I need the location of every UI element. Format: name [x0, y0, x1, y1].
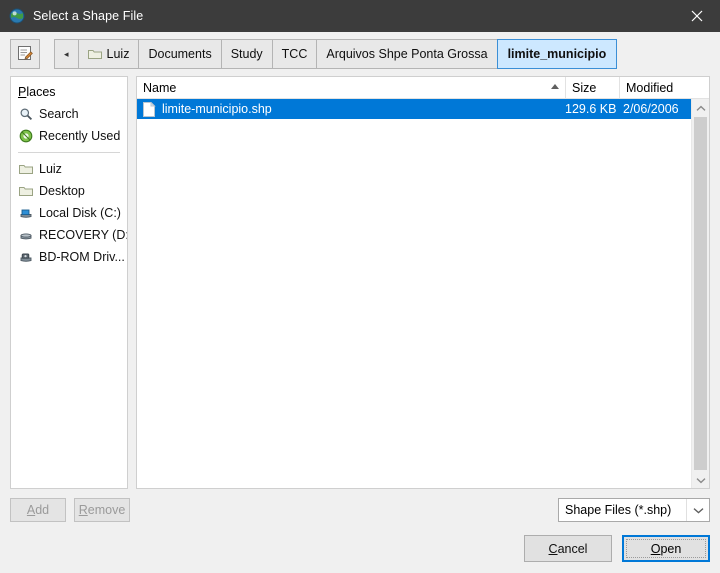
globe-icon — [9, 8, 25, 24]
edit-location-icon — [16, 44, 34, 65]
open-button-mnemonic: O — [650, 541, 661, 556]
table-row[interactable]: limite-municipio.shp 129.6 KB 2/06/2006 — [137, 99, 691, 119]
breadcrumb-label: Documents — [148, 47, 212, 61]
sidebar-separator — [18, 152, 120, 153]
column-header-size[interactable]: Size — [566, 77, 620, 98]
breadcrumb-item-limite-municipio[interactable]: limite_municipio — [496, 39, 618, 69]
caret-left-icon: ◂ — [64, 48, 69, 59]
sidebar-item-recently-used[interactable]: Recently Used — [11, 125, 127, 147]
file-list-scroll-area: limite-municipio.shp 129.6 KB 2/06/2006 — [137, 99, 709, 488]
hard-drive-icon — [18, 227, 34, 243]
sort-ascending-icon — [551, 84, 559, 89]
breadcrumb-item-documents[interactable]: Documents — [138, 39, 221, 69]
breadcrumb-item-study[interactable]: Study — [220, 39, 272, 69]
path-toolbar: ◂ Luiz Documents Study TCC Arquivos Shpe… — [0, 32, 720, 76]
sidebar-item-recovery-d[interactable]: RECOVERY (D:) — [11, 224, 127, 246]
file-icon — [142, 101, 156, 117]
file-modified-cell: 2/06/2006 — [623, 102, 679, 116]
dialog-body: Places Search Recently Used Luiz Desktop… — [0, 76, 720, 489]
vertical-scrollbar[interactable] — [691, 99, 709, 488]
file-list-rows: limite-municipio.shp 129.6 KB 2/06/2006 — [137, 99, 691, 488]
scroll-up-button[interactable] — [692, 99, 709, 116]
footer-row-top: Add Remove Shape Files (*.shp) — [10, 497, 710, 523]
breadcrumb-label: TCC — [281, 47, 308, 61]
folder-icon — [87, 48, 102, 60]
breadcrumb-back-button[interactable]: ◂ — [54, 39, 78, 69]
cancel-button-mnemonic: C — [548, 541, 558, 556]
title-bar: Select a Shape File — [0, 0, 720, 32]
file-chooser-dialog: Select a Shape File ◂ Luiz Documents Stu… — [0, 0, 720, 573]
cancel-button-label: ancel — [557, 541, 588, 556]
add-button[interactable]: Add — [10, 498, 66, 522]
search-icon — [18, 106, 34, 122]
breadcrumb: ◂ Luiz Documents Study TCC Arquivos Shpe… — [54, 39, 618, 69]
places-sidebar: Places Search Recently Used Luiz Desktop… — [10, 76, 128, 489]
breadcrumb-label: Arquivos Shpe Ponta Grossa — [326, 47, 488, 61]
sidebar-item-label: Recently Used — [39, 129, 121, 143]
edit-location-button[interactable] — [10, 39, 40, 69]
add-button-label: dd — [35, 503, 50, 517]
chevron-down-icon[interactable] — [686, 499, 709, 521]
header-scrollbar-gap — [692, 77, 709, 98]
sidebar-item-label: RECOVERY (D:) — [39, 228, 127, 242]
column-header-label: Size — [572, 80, 597, 95]
sidebar-item-desktop[interactable]: Desktop — [11, 180, 127, 202]
file-name-label: limite-municipio.shp — [162, 102, 272, 116]
optical-drive-icon — [18, 249, 34, 265]
column-header-label: Name — [143, 80, 177, 95]
cancel-button[interactable]: Cancel — [524, 535, 612, 562]
breadcrumb-label: limite_municipio — [507, 47, 607, 61]
sidebar-item-local-disk-c[interactable]: Local Disk (C:) — [11, 202, 127, 224]
places-header-mnemonic: P — [18, 85, 27, 99]
file-list-header: Name Size Modified — [137, 77, 709, 99]
places-header: Places — [11, 81, 127, 103]
file-type-value: Shape Files (*.shp) — [565, 503, 672, 517]
remove-button-mnemonic: R — [78, 503, 88, 517]
remove-button[interactable]: Remove — [74, 498, 130, 522]
breadcrumb-label: Study — [230, 47, 263, 61]
chevron-up-icon — [696, 101, 706, 115]
breadcrumb-item-luiz[interactable]: Luiz — [77, 39, 139, 69]
window-title: Select a Shape File — [33, 9, 144, 23]
scroll-down-button[interactable] — [692, 471, 709, 488]
sidebar-item-label: Luiz — [39, 162, 62, 176]
sidebar-item-bd-rom-drive[interactable]: BD-ROM Driv... — [11, 246, 127, 268]
sidebar-item-label: Local Disk (C:) — [39, 206, 121, 220]
breadcrumb-label: Luiz — [106, 47, 130, 61]
dialog-footer: Add Remove Shape Files (*.shp) — [0, 489, 720, 523]
open-button[interactable]: Open — [622, 535, 710, 562]
folder-icon — [18, 161, 34, 177]
sidebar-item-label: Search — [39, 107, 79, 121]
file-name-cell: limite-municipio.shp — [137, 101, 565, 117]
breadcrumb-item-arquivos-shpe-ponta-grossa[interactable]: Arquivos Shpe Ponta Grossa — [316, 39, 497, 69]
column-header-label: Modified — [626, 80, 674, 95]
folder-icon — [18, 183, 34, 199]
breadcrumb-item-tcc[interactable]: TCC — [271, 39, 317, 69]
sidebar-item-luiz[interactable]: Luiz — [11, 158, 127, 180]
footer-spacer — [0, 562, 720, 573]
places-header-rest: laces — [26, 85, 56, 99]
open-button-text: Open — [651, 542, 682, 556]
sidebar-item-search[interactable]: Search — [11, 103, 127, 125]
close-icon — [691, 10, 703, 22]
hard-drive-icon — [18, 205, 34, 221]
file-list-panel: Name Size Modified limite-municipio.shp … — [136, 76, 710, 489]
footer-row-bottom: Cancel Open — [0, 523, 720, 562]
open-button-label: pen — [660, 541, 682, 556]
file-type-select[interactable]: Shape Files (*.shp) — [558, 498, 710, 522]
recently-used-icon — [18, 128, 34, 144]
chevron-down-icon — [696, 473, 706, 487]
close-button[interactable] — [674, 0, 720, 32]
scrollbar-thumb[interactable] — [694, 117, 707, 470]
column-header-modified[interactable]: Modified — [620, 77, 692, 98]
sidebar-item-label: Desktop — [39, 184, 85, 198]
sidebar-item-label: BD-ROM Driv... — [39, 250, 125, 264]
column-header-name[interactable]: Name — [137, 77, 566, 98]
remove-button-label: emove — [87, 503, 126, 517]
add-button-mnemonic: A — [26, 503, 36, 517]
file-size-cell: 129.6 KB — [565, 102, 617, 116]
